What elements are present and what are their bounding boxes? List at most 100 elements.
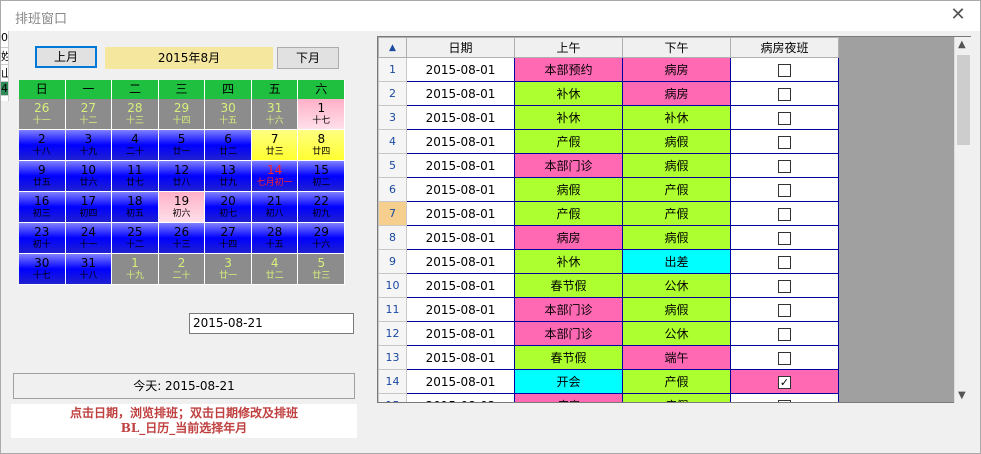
scroll-down-icon[interactable]: ▼: [958, 390, 966, 401]
cell-night-shift[interactable]: [730, 345, 839, 370]
table-row[interactable]: 1 2015-08-01 本部预约 病房: [378, 57, 839, 82]
checkbox-icon[interactable]: [778, 63, 791, 77]
cell-date[interactable]: 2015-08-01: [406, 153, 515, 178]
checkbox-icon[interactable]: [778, 303, 791, 317]
checkbox-icon[interactable]: [778, 183, 791, 197]
calendar-day-cell[interactable]: 16 初三: [19, 192, 66, 223]
table-row[interactable]: 152015-08-02病房病假: [378, 393, 839, 402]
table-row[interactable]: 10 2015-08-01 春节假 公休: [378, 273, 839, 298]
row-number[interactable]: 3: [378, 105, 407, 130]
calendar-day-cell[interactable]: 5 廿三: [298, 254, 346, 285]
calendar-day-cell[interactable]: 13 廿九: [205, 161, 252, 192]
cell-night-shift[interactable]: [730, 57, 839, 82]
cell-am-shift[interactable]: 补休: [514, 105, 623, 130]
row-number[interactable]: 8: [378, 225, 407, 250]
calendar-day-cell[interactable]: 23 初十: [19, 223, 66, 254]
cell-night-shift[interactable]: ✓: [730, 369, 839, 394]
cell-date[interactable]: 2015-08-01: [406, 369, 515, 394]
cell-pm-shift[interactable]: 病假: [622, 393, 731, 402]
row-number[interactable]: 5: [378, 153, 407, 178]
calendar-day-cell[interactable]: 31 十八: [65, 254, 113, 285]
table-row[interactable]: 9 2015-08-01 补休 出差: [378, 249, 839, 274]
row-number[interactable]: 1: [378, 57, 407, 82]
col-header-pm[interactable]: 下午: [622, 37, 731, 58]
cell-pm-shift[interactable]: 产假: [622, 369, 731, 394]
cell-night-shift[interactable]: [730, 81, 839, 106]
cell-pm-shift[interactable]: 补休: [622, 105, 731, 130]
cell-pm-shift[interactable]: 产假: [622, 177, 731, 202]
cell-date[interactable]: 2015-08-01: [406, 81, 515, 106]
table-row[interactable]: 2 2015-08-01 补休 病房: [378, 81, 839, 106]
table-row[interactable]: 14 2015-08-01 开会 产假 ✓: [378, 369, 839, 394]
cell-am-shift[interactable]: 补休: [514, 249, 623, 274]
cell-night-shift[interactable]: [730, 297, 839, 322]
row-number[interactable]: 10: [378, 273, 407, 298]
calendar-day-cell[interactable]: 1 十九: [112, 254, 159, 285]
calendar-day-cell[interactable]: 7 廿三: [251, 130, 299, 161]
cell-date[interactable]: 2015-08-01: [406, 177, 515, 202]
calendar-day-cell[interactable]: 21 初八: [251, 192, 299, 223]
cell-pm-shift[interactable]: 公休: [622, 273, 731, 298]
cell-am-shift[interactable]: 开会: [514, 369, 623, 394]
calendar-day-cell[interactable]: 3 十九: [65, 130, 113, 161]
scroll-thumb[interactable]: [957, 55, 970, 145]
calendar-day-cell[interactable]: 4 廿二: [251, 254, 299, 285]
cell-pm-shift[interactable]: 病房: [622, 81, 731, 106]
calendar-day-cell[interactable]: 27 十二: [65, 99, 113, 130]
calendar-day-cell[interactable]: 6 廿二: [205, 130, 252, 161]
calendar-day-cell[interactable]: 29 十四: [158, 99, 206, 130]
row-number[interactable]: 2: [378, 81, 407, 106]
checkbox-icon[interactable]: [778, 87, 791, 101]
cell-date[interactable]: 2015-08-01: [406, 201, 515, 226]
calendar-day-cell[interactable]: 22 初九: [298, 192, 346, 223]
cell-am-shift[interactable]: 产假: [514, 201, 623, 226]
cell-am-shift[interactable]: 病房: [514, 393, 623, 402]
cell-pm-shift[interactable]: 产假: [622, 201, 731, 226]
calendar-day-cell[interactable]: 19 初六: [158, 192, 206, 223]
checkbox-icon[interactable]: [778, 399, 791, 402]
cell-date[interactable]: 2015-08-01: [406, 57, 515, 82]
calendar-day-cell[interactable]: 17 初四: [65, 192, 113, 223]
cell-night-shift[interactable]: [730, 321, 839, 346]
calendar-day-cell[interactable]: 29 十六: [298, 223, 346, 254]
cell-pm-shift[interactable]: 病假: [622, 225, 731, 250]
checkbox-icon[interactable]: [778, 231, 791, 245]
cell-am-shift[interactable]: 本部预约: [514, 57, 623, 82]
calendar-day-cell[interactable]: 12 廿八: [158, 161, 206, 192]
cell-pm-shift[interactable]: 病假: [622, 153, 731, 178]
calendar-day-cell[interactable]: 28 十五: [251, 223, 299, 254]
cell-date[interactable]: 2015-08-01: [406, 225, 515, 250]
checkbox-icon[interactable]: [778, 159, 791, 173]
cell-am-shift[interactable]: 补休: [514, 81, 623, 106]
cell-date[interactable]: 2015-08-01: [406, 345, 515, 370]
calendar-day-cell[interactable]: 1 十七: [298, 99, 346, 130]
col-header-date[interactable]: 日期: [406, 37, 515, 58]
cell-date[interactable]: 2015-08-02: [406, 393, 515, 402]
cell-night-shift[interactable]: [730, 129, 839, 154]
cell-date[interactable]: 2015-08-01: [406, 105, 515, 130]
row-number[interactable]: 12: [378, 321, 407, 346]
cell-night-shift[interactable]: [730, 393, 839, 402]
checkbox-icon[interactable]: [778, 111, 791, 125]
table-row[interactable]: 12 2015-08-01 本部门诊 公休: [378, 321, 839, 346]
cell-am-shift[interactable]: 病房: [514, 225, 623, 250]
cell-pm-shift[interactable]: 公休: [622, 321, 731, 346]
table-row[interactable]: 4 2015-08-01 产假 病假: [378, 129, 839, 154]
schedule-grid[interactable]: ▲ 日期 上午 下午 病房夜班 1 2015-08-01 本部预约 病房 2 2015-0…: [377, 36, 971, 403]
table-row[interactable]: 5 2015-08-01 本部门诊 病假: [378, 153, 839, 178]
checkbox-icon[interactable]: [778, 327, 791, 341]
row-number[interactable]: 7: [378, 201, 407, 226]
calendar-day-cell[interactable]: 26 十一: [19, 99, 66, 130]
calendar-day-cell[interactable]: 8 廿四: [298, 130, 346, 161]
cell-date[interactable]: 2015-08-01: [406, 297, 515, 322]
calendar-day-cell[interactable]: 2 二十: [158, 254, 206, 285]
calendar-day-cell[interactable]: 5 廿一: [158, 130, 206, 161]
calendar-day-cell[interactable]: 26 十三: [158, 223, 206, 254]
checkbox-icon[interactable]: [778, 351, 791, 365]
row-number[interactable]: 6: [378, 177, 407, 202]
cell-pm-shift[interactable]: 病假: [622, 297, 731, 322]
checkbox-icon[interactable]: [778, 207, 791, 221]
checkbox-icon[interactable]: [778, 279, 791, 293]
vertical-scrollbar[interactable]: ▲ ▼: [954, 37, 971, 403]
row-number[interactable]: 9: [378, 249, 407, 274]
